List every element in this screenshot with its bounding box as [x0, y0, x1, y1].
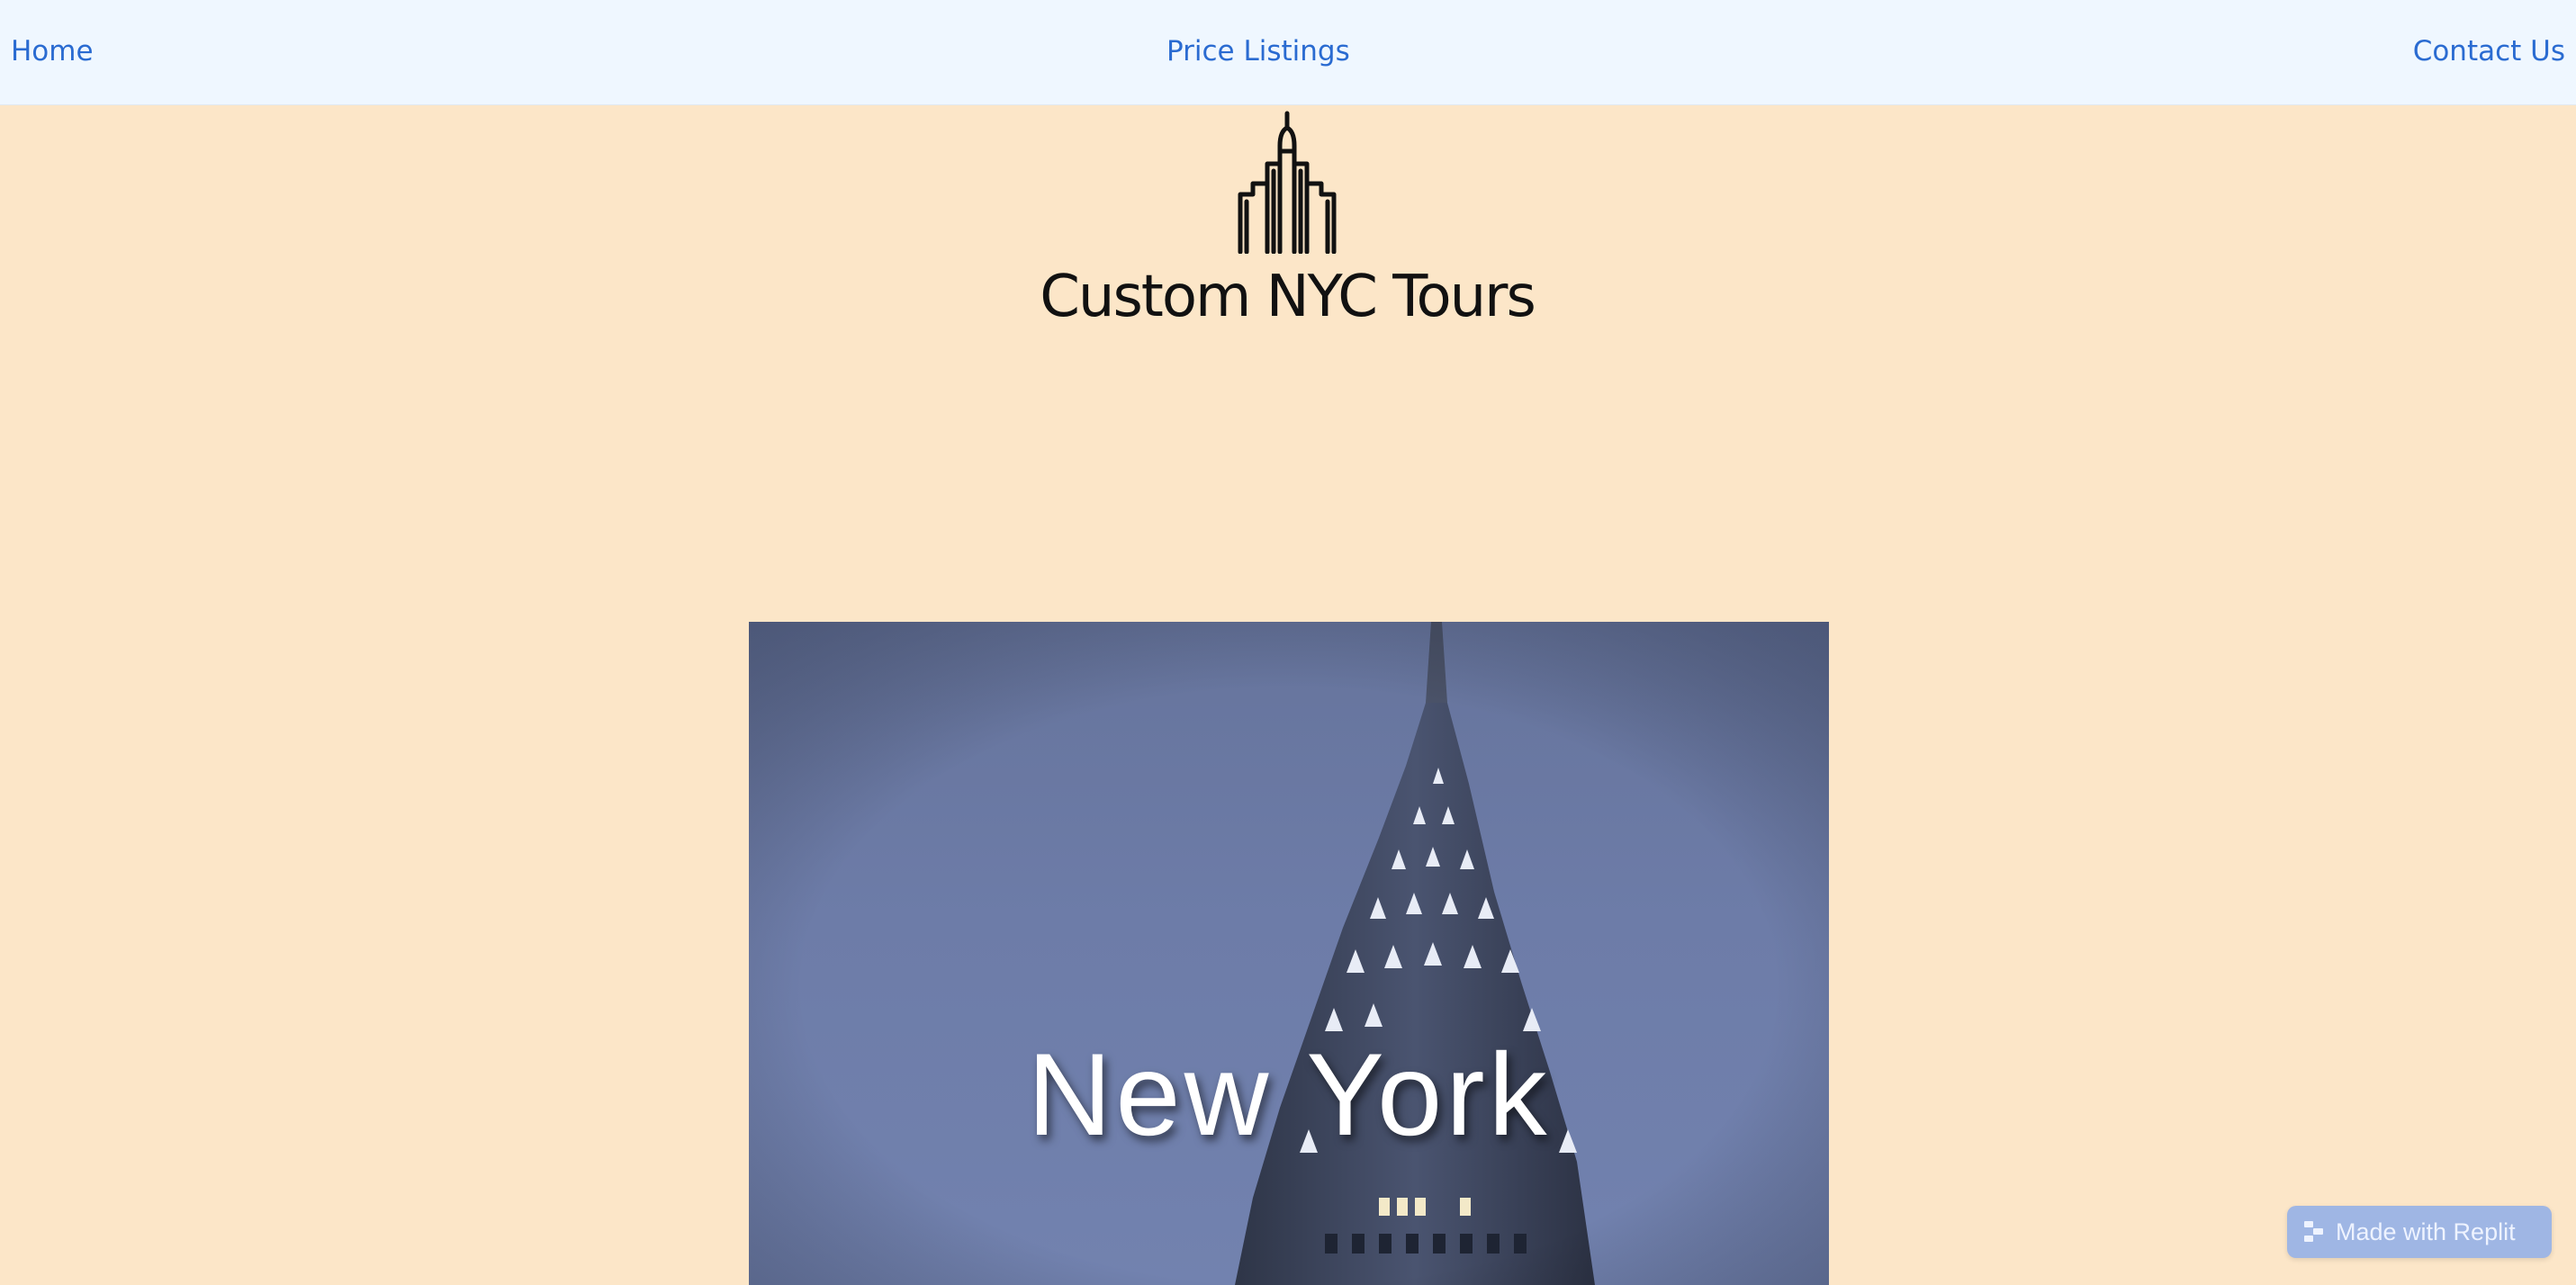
hero-image: New York [749, 622, 1829, 1285]
replit-badge-label: Made with Replit [2336, 1218, 2516, 1245]
nav-link-contact-us[interactable]: Contact Us [2413, 33, 2565, 69]
made-with-replit-badge[interactable]: Made with Replit [2287, 1206, 2552, 1258]
hero-caption: New York [1027, 1029, 1551, 1160]
chrysler-building-illustration [749, 622, 1829, 1285]
nav-link-price-listings[interactable]: Price Listings [1166, 33, 1350, 69]
brand-title: Custom NYC Tours [1040, 264, 1536, 330]
replit-icon [2304, 1221, 2323, 1242]
skyline-icon [1238, 111, 1337, 254]
nav-link-home[interactable]: Home [11, 33, 94, 69]
top-navbar: Home Price Listings Contact Us [0, 0, 2576, 105]
